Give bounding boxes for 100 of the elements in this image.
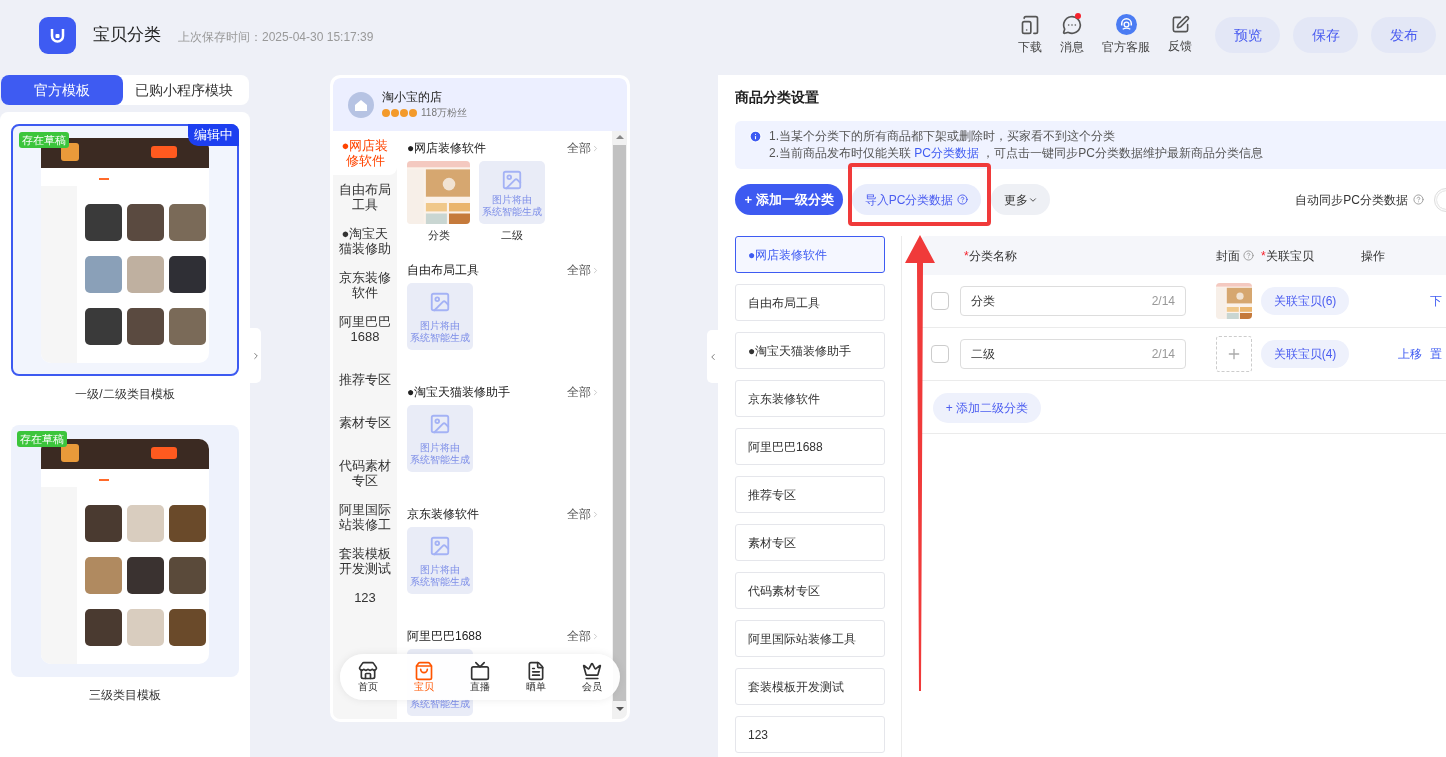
category-item[interactable]: ●淘宝天猫装修助手: [735, 332, 885, 369]
devices-icon: [1020, 14, 1040, 35]
category-item[interactable]: 代码素材专区: [735, 572, 885, 609]
collapse-handle[interactable]: [707, 330, 718, 383]
character-count: 2/14: [1151, 346, 1175, 363]
chevron-right-icon: [591, 265, 600, 275]
bag-icon: [414, 661, 434, 681]
tab-bar-item[interactable]: 会员: [582, 661, 602, 693]
draft-badge: 存在草稿: [19, 132, 69, 148]
view-all-link[interactable]: 全部: [567, 627, 600, 645]
template-card[interactable]: 存在草稿 编辑中: [11, 124, 239, 376]
category-item[interactable]: 自由布局工具: [735, 284, 885, 321]
row-action-link[interactable]: 上移: [1398, 345, 1422, 363]
column-header: 操作: [1361, 247, 1385, 265]
placeholder-text: 系统智能生成: [410, 332, 470, 344]
view-all-link[interactable]: 全部: [567, 261, 600, 279]
scroll-down-icon: [615, 707, 624, 711]
tab-bar-item[interactable]: 直播: [470, 661, 490, 693]
category-item[interactable]: 阿里国际站装修工具: [735, 620, 885, 657]
crown-icon: [582, 661, 602, 681]
import-button[interactable]: 导入PC分类数据: [852, 184, 981, 215]
category-nav-item[interactable]: 京东装修软件: [333, 263, 397, 307]
category-item[interactable]: 推荐专区: [735, 476, 885, 513]
category-nav-item[interactable]: ●网店装修软件: [333, 131, 397, 175]
header-button[interactable]: 保存: [1293, 17, 1358, 53]
row-checkbox[interactable]: [931, 345, 949, 363]
page-title: 宝贝分类: [93, 24, 161, 47]
column-header: 分类名称: [968, 247, 1017, 265]
category-item[interactable]: ●网店装修软件: [735, 236, 885, 273]
category-nav-item[interactable]: 推荐专区: [333, 365, 397, 394]
character-count: 2/14: [1151, 293, 1175, 310]
view-all-link[interactable]: 全部: [567, 505, 600, 523]
row-action-link[interactable]: 下: [1430, 292, 1442, 310]
header-button[interactable]: 发布: [1371, 17, 1436, 53]
sync-label: 自动同步PC分类数据: [1295, 191, 1408, 209]
category-nav-item[interactable]: 阿里巴巴1688: [333, 307, 397, 351]
image-icon: [429, 291, 451, 313]
tv-icon: [470, 661, 490, 681]
add-category-button[interactable]: + 添加一级分类: [735, 184, 843, 215]
toolbar-button[interactable]: 下载: [1009, 14, 1051, 56]
placeholder-text: 图片将由: [492, 194, 532, 206]
required-mark: *: [1261, 247, 1266, 265]
row-action-link[interactable]: 置: [1430, 345, 1442, 363]
category-nav-item[interactable]: ●淘宝天猫装修助: [333, 219, 397, 263]
name-input[interactable]: 二级 2/14: [960, 339, 1186, 369]
view-all-link[interactable]: 全部: [567, 139, 600, 157]
plus-icon: [1226, 346, 1242, 362]
more-button[interactable]: 更多: [991, 184, 1050, 215]
placeholder-text: 图片将由: [420, 320, 460, 332]
header-button[interactable]: 预览: [1215, 17, 1280, 53]
placeholder-text: 系统智能生成: [410, 698, 470, 710]
save-time: 上次保存时间：2025-04-30 15:17:39: [178, 28, 374, 46]
section-title: 自由布局工具: [407, 262, 479, 279]
store-icon: [358, 661, 378, 681]
scrollbar-thumb[interactable]: [613, 145, 626, 701]
tab-bar-item[interactable]: 晒单: [526, 661, 546, 693]
collapse-handle[interactable]: [250, 328, 261, 383]
chat-icon: [1062, 14, 1082, 35]
notice-text: 2.当前商品发布时仅能关联 PC分类数据 ，可点击一键同步PC分类数据维护最新商品分类信息: [769, 145, 1264, 162]
placeholder-text: 图片将由: [420, 442, 460, 454]
view-all-link[interactable]: 全部: [567, 383, 600, 401]
category-nav-item[interactable]: 123: [333, 583, 397, 612]
required-mark: *: [964, 247, 969, 265]
category-item[interactable]: 素材专区: [735, 524, 885, 561]
app-logo: [39, 16, 76, 54]
image-icon: [429, 413, 451, 435]
column-header: 关联宝贝: [1265, 247, 1314, 265]
category-nav-item[interactable]: 素材专区: [333, 408, 397, 437]
template-tab[interactable]: 官方模板: [1, 75, 123, 105]
section-title: ●网店装修软件: [407, 140, 487, 157]
edit-icon: [1170, 15, 1190, 34]
input-value: 二级: [971, 346, 995, 363]
category-item[interactable]: 阿里巴巴1688: [735, 428, 885, 465]
tile-label: 分类: [427, 228, 450, 243]
tab-bar-item[interactable]: 首页: [358, 661, 378, 693]
input-value: 分类: [971, 293, 995, 310]
document-icon: [526, 661, 546, 681]
linked-items-button[interactable]: 关联宝贝(4): [1261, 340, 1349, 368]
toolbar-button[interactable]: 消息: [1051, 14, 1093, 56]
column-header: 封面: [1216, 247, 1240, 265]
category-nav-item[interactable]: 代码素材专区: [333, 451, 397, 495]
placeholder-text: 图片将由: [420, 564, 460, 576]
category-nav-item[interactable]: 阿里国际站装修工: [333, 495, 397, 539]
name-input[interactable]: 分类 2/14: [960, 286, 1186, 316]
scroll-up-icon: [615, 135, 624, 139]
section-title: 阿里巴巴1688: [407, 628, 482, 645]
template-name: 一级/二级类目模板: [75, 386, 175, 403]
add-subcategory-button[interactable]: + 添加二级分类: [933, 393, 1041, 423]
category-item[interactable]: 京东装修软件: [735, 380, 885, 417]
category-item[interactable]: 123: [735, 716, 885, 753]
toolbar-button[interactable]: 官方客服: [1093, 14, 1159, 56]
add-cover-button[interactable]: [1216, 336, 1252, 372]
linked-items-button[interactable]: 关联宝贝(6): [1261, 287, 1349, 315]
placeholder-text: 系统智能生成: [482, 206, 542, 218]
toolbar-button[interactable]: 反馈: [1159, 15, 1201, 55]
category-nav-item[interactable]: 套装模板开发测试: [333, 539, 397, 583]
row-checkbox[interactable]: [931, 292, 949, 310]
pc-category-link[interactable]: PC分类数据: [914, 146, 979, 160]
category-nav-item[interactable]: 自由布局工具: [333, 175, 397, 219]
category-item[interactable]: 套装模板开发测试: [735, 668, 885, 705]
